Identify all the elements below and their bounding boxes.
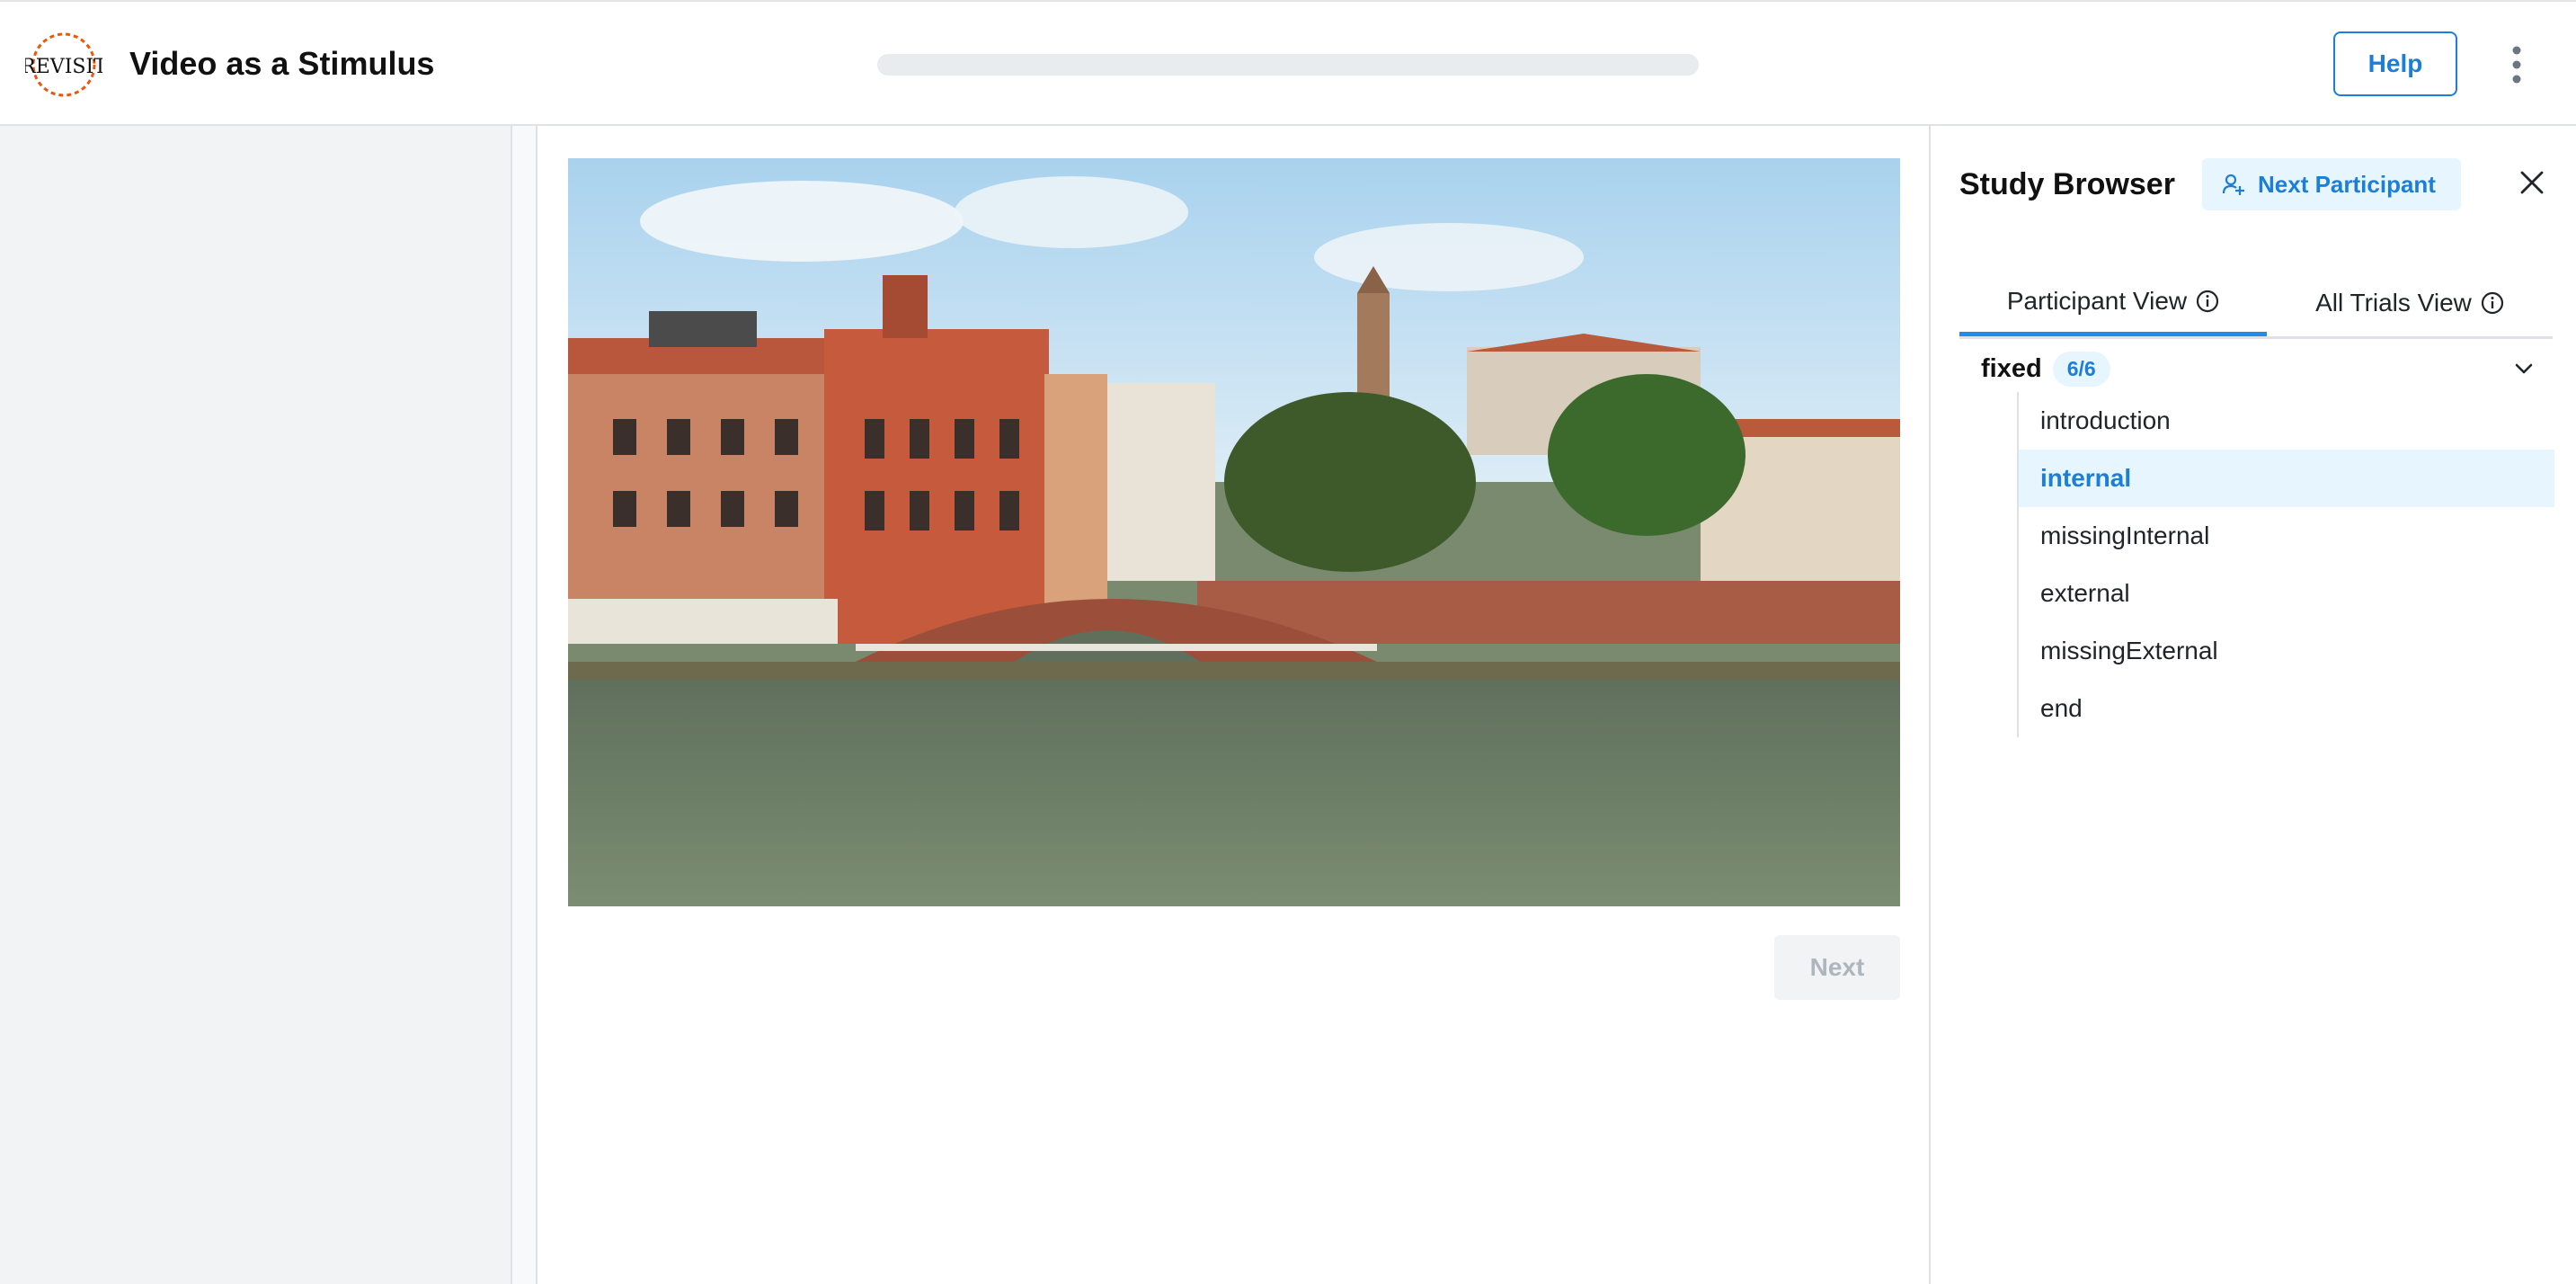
- trial-list: introduction internal missingInternal ex…: [2017, 392, 2554, 737]
- video-stimulus[interactable]: [568, 158, 1900, 906]
- trial-item-missing-internal[interactable]: missingInternal: [2019, 507, 2554, 565]
- tab-participant-view[interactable]: Participant View: [1959, 270, 2267, 336]
- view-tabs: Participant View All Trials View: [1959, 270, 2553, 339]
- next-participant-button[interactable]: Next Participant: [2202, 158, 2461, 210]
- kebab-menu-icon[interactable]: [2499, 43, 2535, 86]
- progress-badge: 6/6: [2052, 351, 2110, 387]
- help-button[interactable]: Help: [2333, 31, 2457, 96]
- tab-label: Participant View: [2006, 286, 2188, 315]
- svg-text:REVISIT: REVISIT: [25, 56, 102, 78]
- page-title: Video as a Stimulus: [129, 45, 435, 82]
- info-icon[interactable]: [2481, 291, 2504, 315]
- tab-all-trials-view[interactable]: All Trials View: [2267, 270, 2553, 336]
- app-header: REVISIT Video as a Stimulus Help: [0, 0, 2576, 126]
- trial-item-introduction[interactable]: introduction: [2019, 392, 2554, 450]
- study-progress-bar: [877, 54, 1699, 76]
- close-icon[interactable]: [2517, 167, 2547, 198]
- user-plus-icon: [2222, 174, 2244, 195]
- group-label: fixed: [1981, 353, 2042, 383]
- tab-label: All Trials View: [2315, 289, 2472, 317]
- trial-item-end[interactable]: end: [2019, 680, 2554, 737]
- info-icon[interactable]: [2196, 290, 2219, 313]
- next-participant-label: Next Participant: [2258, 170, 2436, 198]
- trial-item-internal[interactable]: internal: [2019, 450, 2554, 507]
- left-sidebar: [0, 126, 512, 1284]
- trial-item-external[interactable]: external: [2019, 565, 2554, 622]
- sequence-group-header[interactable]: fixed 6/6: [1981, 343, 2538, 394]
- trial-item-missing-external[interactable]: missingExternal: [2019, 622, 2554, 680]
- revisit-logo[interactable]: REVISIT: [25, 31, 102, 99]
- study-browser-panel: Study Browser Next Participant Participa…: [1929, 126, 2576, 1284]
- main-content: Next: [539, 126, 1929, 1284]
- next-button[interactable]: Next: [1774, 935, 1900, 1000]
- study-browser-title: Study Browser: [1959, 167, 2175, 201]
- chevron-down-icon[interactable]: [2509, 354, 2538, 383]
- sidebar-divider: [512, 126, 537, 1284]
